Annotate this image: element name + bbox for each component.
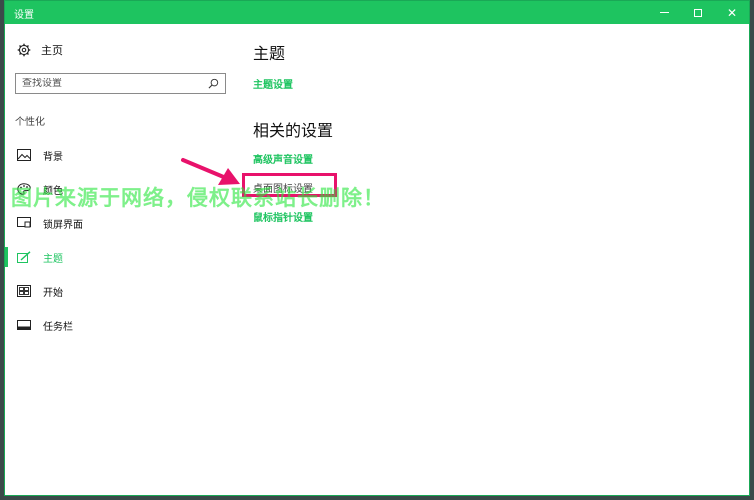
section-label: 个性化 bbox=[15, 117, 45, 128]
sidebar-item-label: 开始 bbox=[43, 287, 63, 299]
watermark-text: 图片来源于网络，侵权联系站长删除！ bbox=[11, 186, 385, 210]
sidebar-item-theme[interactable]: 主题 bbox=[5, 243, 237, 271]
gear-icon bbox=[17, 43, 31, 57]
theme-settings-link[interactable]: 主题设置 bbox=[253, 76, 293, 91]
window-title: 设置 bbox=[14, 10, 34, 21]
sidebar-item-taskbar[interactable]: 任务栏 bbox=[5, 311, 237, 339]
close-button[interactable]: ✕ bbox=[715, 1, 749, 24]
image-icon bbox=[17, 149, 31, 161]
sidebar-item-label: 任务栏 bbox=[43, 321, 73, 333]
page-title: 主题 bbox=[253, 44, 286, 63]
sidebar-item-label: 主题 bbox=[43, 253, 63, 265]
sidebar-home[interactable]: 主页 bbox=[17, 42, 63, 58]
taskbar-icon bbox=[17, 320, 31, 330]
sidebar: 主页 个性化 背景 bbox=[5, 24, 237, 496]
screen-background: 设置 ✕ 主页 查找设置 个性化 背景 颜色 锁屏界面 主题 开始 任务栏 主题… bbox=[0, 0, 754, 500]
sidebar-item-label: 背景 bbox=[43, 151, 63, 163]
theme-brush-icon bbox=[17, 251, 31, 263]
sidebar-item-start[interactable]: 开始 bbox=[5, 277, 237, 305]
sidebar-home-label: 主页 bbox=[41, 44, 63, 57]
settings-window: 设置 ✕ 主页 查找设置 个性化 背景 颜色 锁屏界面 主题 开始 任务栏 主题… bbox=[4, 0, 750, 496]
lockscreen-icon bbox=[17, 217, 31, 228]
search-input[interactable] bbox=[22, 78, 202, 89]
maximize-button[interactable] bbox=[681, 1, 715, 24]
advanced-sound-settings-link[interactable]: 高级声音设置 bbox=[253, 151, 313, 166]
start-grid-icon bbox=[17, 285, 31, 297]
maximize-icon bbox=[694, 8, 702, 17]
minimize-button[interactable] bbox=[647, 1, 681, 24]
title-bar[interactable]: 设置 ✕ bbox=[5, 1, 749, 24]
close-icon: ✕ bbox=[726, 5, 738, 20]
related-settings-heading: 相关的设置 bbox=[253, 121, 334, 140]
search-icon bbox=[208, 78, 219, 89]
sidebar-item-lockscreen[interactable]: 锁屏界面 bbox=[5, 209, 237, 237]
search-box[interactable] bbox=[15, 73, 226, 94]
minimize-icon bbox=[659, 12, 669, 13]
sidebar-item-label: 锁屏界面 bbox=[43, 219, 83, 231]
